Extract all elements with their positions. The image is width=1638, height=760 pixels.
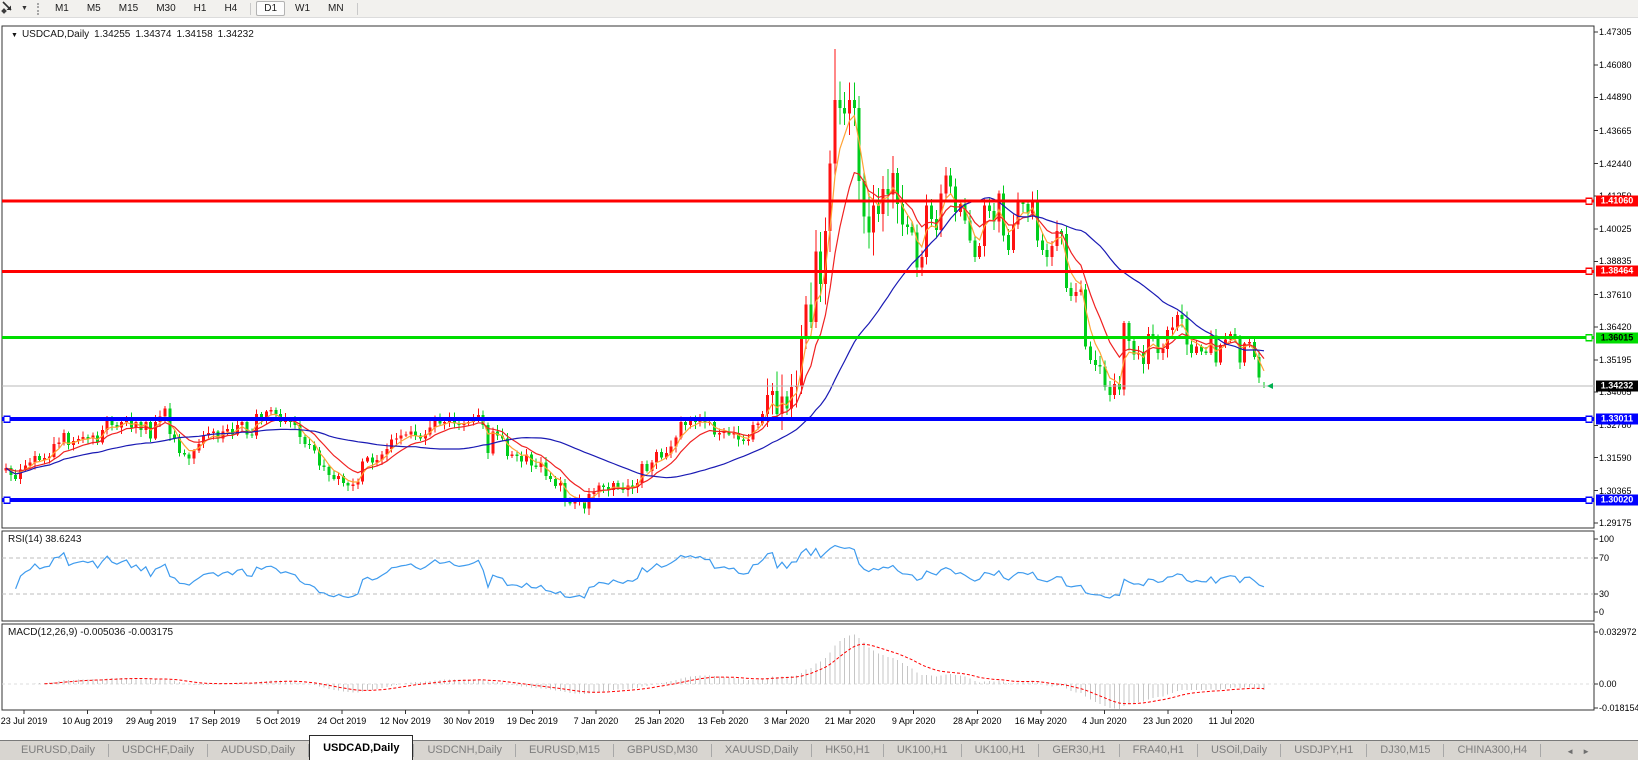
- chart-symbol: USDCAD,Daily: [21, 29, 90, 40]
- price-tick-label: 1.38835: [1599, 256, 1632, 267]
- date-label: 10 Aug 2019: [62, 716, 113, 726]
- date-label: 17 Sep 2019: [189, 716, 241, 726]
- hline-handle-left-1.30020[interactable]: [3, 496, 11, 504]
- date-label: 28 Apr 2020: [952, 716, 1002, 726]
- tab-usdchf-daily[interactable]: USDCHF,Daily: [109, 741, 207, 760]
- date-label: 29 Aug 2019: [125, 716, 177, 726]
- price-tick-label: 1.42440: [1599, 158, 1632, 169]
- tab-xauusd-daily[interactable]: XAUUSD,Daily: [712, 741, 811, 760]
- macd-axis-label: 0.00: [1599, 679, 1617, 689]
- tab-ger30-h1[interactable]: GER30,H1: [1039, 741, 1118, 760]
- hline-handle-left-1.33011[interactable]: [3, 415, 11, 423]
- panel-frame: [1, 25, 1595, 529]
- date-label: 16 May 2020: [1014, 716, 1067, 726]
- hline-price-label-1.41060: 1.41060: [1596, 195, 1638, 207]
- tab-hk50-h1[interactable]: HK50,H1: [812, 741, 883, 760]
- date-label: 21 Mar 2020: [824, 716, 876, 726]
- panel-frame: [1, 623, 1595, 711]
- rsi-axis-label: 0: [1599, 607, 1605, 617]
- date-label: 12 Nov 2019: [379, 716, 431, 726]
- date-label: 4 Jun 2020: [1082, 716, 1127, 726]
- rsi-label: RSI(14) 38.6243: [8, 534, 82, 545]
- date-label: 7 Jan 2020: [573, 716, 619, 726]
- tabs-scroll-left-icon[interactable]: ◄: [1566, 747, 1582, 756]
- tab-audusd-daily[interactable]: AUDUSD,Daily: [208, 741, 308, 760]
- price-tick-label: 1.40025: [1599, 224, 1632, 235]
- date-label: 23 Jun 2020: [1143, 716, 1193, 726]
- tab-eurusd-daily[interactable]: EURUSD,Daily: [8, 741, 108, 760]
- rsi-axis-label: 30: [1599, 589, 1610, 599]
- price-tick-label: 1.47305: [1599, 27, 1632, 37]
- hline-handle-right-1.33011[interactable]: [1585, 415, 1593, 423]
- hline-handle-right-1.36015[interactable]: [1585, 334, 1593, 342]
- price-tick-label: 1.29175: [1599, 517, 1632, 528]
- tab-usdjpy-h1[interactable]: USDJPY,H1: [1281, 741, 1366, 760]
- chart-high-value: 1.34374: [135, 29, 172, 40]
- chart-tabs-bar: EURUSD,Daily USDCHF,Daily AUDUSD,Daily USDC…: [0, 735, 1638, 760]
- chart-close-value: 1.34232: [217, 29, 254, 40]
- tab-eurusd-m15[interactable]: EURUSD,M15: [516, 741, 613, 760]
- hline-price-label-1.30020: 1.30020: [1596, 494, 1638, 506]
- tab-china300-h4[interactable]: CHINA300,H4: [1444, 741, 1540, 760]
- price-tick-label: 1.37610: [1599, 289, 1632, 300]
- chart-title: ▼ USDCAD,Daily 1.34255 1.34374 1.34158 1.3423…: [11, 29, 259, 40]
- tab-dj30-m15[interactable]: DJ30,M15: [1367, 741, 1443, 760]
- panel-frame: [1, 530, 1595, 622]
- tab-uk100-h1[interactable]: UK100,H1: [962, 741, 1039, 760]
- price-tick-label: 1.43665: [1599, 125, 1632, 136]
- chart-canvas: [1, 25, 1598, 714]
- macd-axis-label: 0.032972: [1599, 627, 1637, 637]
- tab-uk100-h1[interactable]: UK100,H1: [884, 741, 961, 760]
- date-label: 13 Feb 2020: [697, 716, 749, 726]
- symbol-caret-icon[interactable]: ▼: [11, 32, 18, 39]
- current-price-label: 1.34232: [1596, 380, 1638, 392]
- date-label: 9 Apr 2020: [891, 716, 936, 726]
- hline-handle-right-1.38464[interactable]: [1585, 267, 1593, 276]
- application-window: ▼ M1 M5 M15 M30 H1 H4 D1 W1 MN ▼ USDCAD,Daily 1.34…: [0, 0, 1638, 760]
- date-label: 23 Jul 2019: [0, 716, 48, 726]
- date-label: 11 Jul 2020: [1208, 716, 1255, 726]
- date-label: 19 Dec 2019: [506, 716, 558, 726]
- tab-usdcnh-daily[interactable]: USDCNH,Daily: [414, 741, 515, 760]
- tabs-scroll-right-icon[interactable]: ►: [1582, 747, 1598, 756]
- tab-usdcad-daily[interactable]: USDCAD,Daily: [309, 735, 414, 760]
- date-label: 3 Mar 2020: [763, 716, 810, 726]
- hline-price-label-1.33011: 1.33011: [1596, 413, 1638, 425]
- macd-axis-label: -0.018154: [1599, 703, 1638, 713]
- hline-price-label-1.36015: 1.36015: [1596, 332, 1638, 344]
- rsi-axis-label: 70: [1599, 553, 1610, 563]
- price-tick-label: 1.35195: [1599, 354, 1632, 365]
- price-tick-label: 1.46080: [1599, 60, 1632, 71]
- rsi-axis-label: 100: [1599, 534, 1615, 544]
- price-tick-label: 1.44890: [1599, 92, 1632, 103]
- date-label: 24 Oct 2019: [317, 716, 367, 726]
- hline-price-label-1.38464: 1.38464: [1596, 265, 1638, 277]
- hline-handle-right-1.30020[interactable]: [1585, 496, 1593, 504]
- tab-gbpusd-m30[interactable]: GBPUSD,M30: [614, 741, 711, 760]
- date-label: 25 Jan 2020: [634, 716, 685, 726]
- price-tick-label: 1.31590: [1599, 452, 1632, 463]
- tab-divider: [1540, 744, 1542, 757]
- date-label: 30 Nov 2019: [443, 716, 495, 726]
- chart-low-value: 1.34158: [176, 29, 213, 40]
- hline-handle-right-1.41060[interactable]: [1585, 197, 1593, 205]
- price-tick-label: 1.36420: [1599, 321, 1632, 332]
- tab-usoil-daily[interactable]: USOil,Daily: [1198, 741, 1280, 760]
- date-label: 5 Oct 2019: [256, 716, 301, 726]
- chart-open-value: 1.34255: [94, 29, 131, 40]
- macd-label: MACD(12,26,9) -0.005036 -0.003175: [8, 627, 174, 638]
- tab-fra40-h1[interactable]: FRA40,H1: [1120, 741, 1197, 760]
